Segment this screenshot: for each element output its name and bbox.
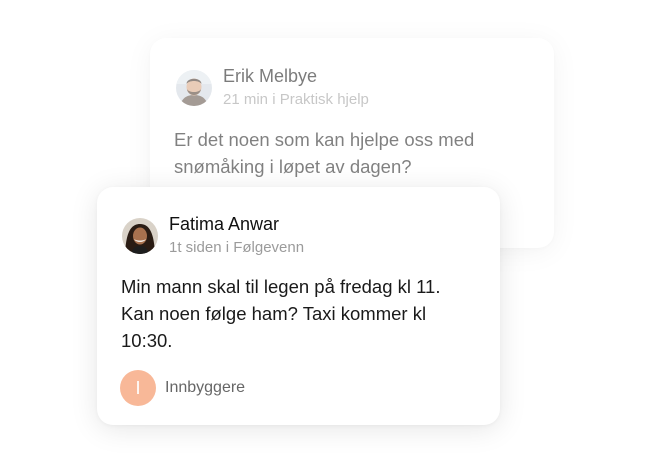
group-label: Innbyggere (165, 379, 246, 396)
post-body: Min mann skal til legen på fredag kl 11.… (121, 273, 486, 354)
author-name[interactable]: Erik Melbye (223, 64, 369, 88)
post-body-line: Kan noen følge ham? Taxi kommer kl (121, 303, 427, 324)
post-body-line: Min mann skal til legen på fredag kl 11. (121, 276, 441, 297)
author-name[interactable]: Fatima Anwar (169, 212, 304, 236)
post-subtitle: 21 min i Praktisk hjelp (223, 91, 369, 108)
group-badge: I (120, 370, 156, 406)
post-body-line: snømåking i løpet av dagen? (174, 156, 412, 177)
post-body-line: Er det noen som kan hjelpe oss med (174, 129, 475, 150)
post-subtitle: 1t siden i Følgevenn (169, 239, 305, 256)
avatar[interactable] (122, 218, 158, 254)
post-card[interactable]: Fatima Anwar 1t siden i Følgevenn Min ma… (97, 187, 500, 425)
post-body-line: 10:30. (121, 330, 173, 351)
post-header: Fatima Anwar 1t siden i Følgevenn (122, 212, 304, 259)
post-header: Erik Melbye 21 min i Praktisk hjelp (176, 64, 369, 111)
post-feed: Erik Melbye 21 min i Praktisk hjelp Er d… (0, 0, 650, 467)
user-avatar-icon (176, 70, 212, 106)
post-meta: Erik Melbye 21 min i Praktisk hjelp (223, 64, 369, 111)
user-avatar-icon (122, 218, 158, 254)
avatar[interactable] (176, 70, 212, 106)
group-tag[interactable]: I Innbyggere (120, 370, 245, 406)
post-body: Er det noen som kan hjelpe oss med snømå… (174, 126, 534, 180)
post-meta: Fatima Anwar 1t siden i Følgevenn (169, 212, 304, 259)
